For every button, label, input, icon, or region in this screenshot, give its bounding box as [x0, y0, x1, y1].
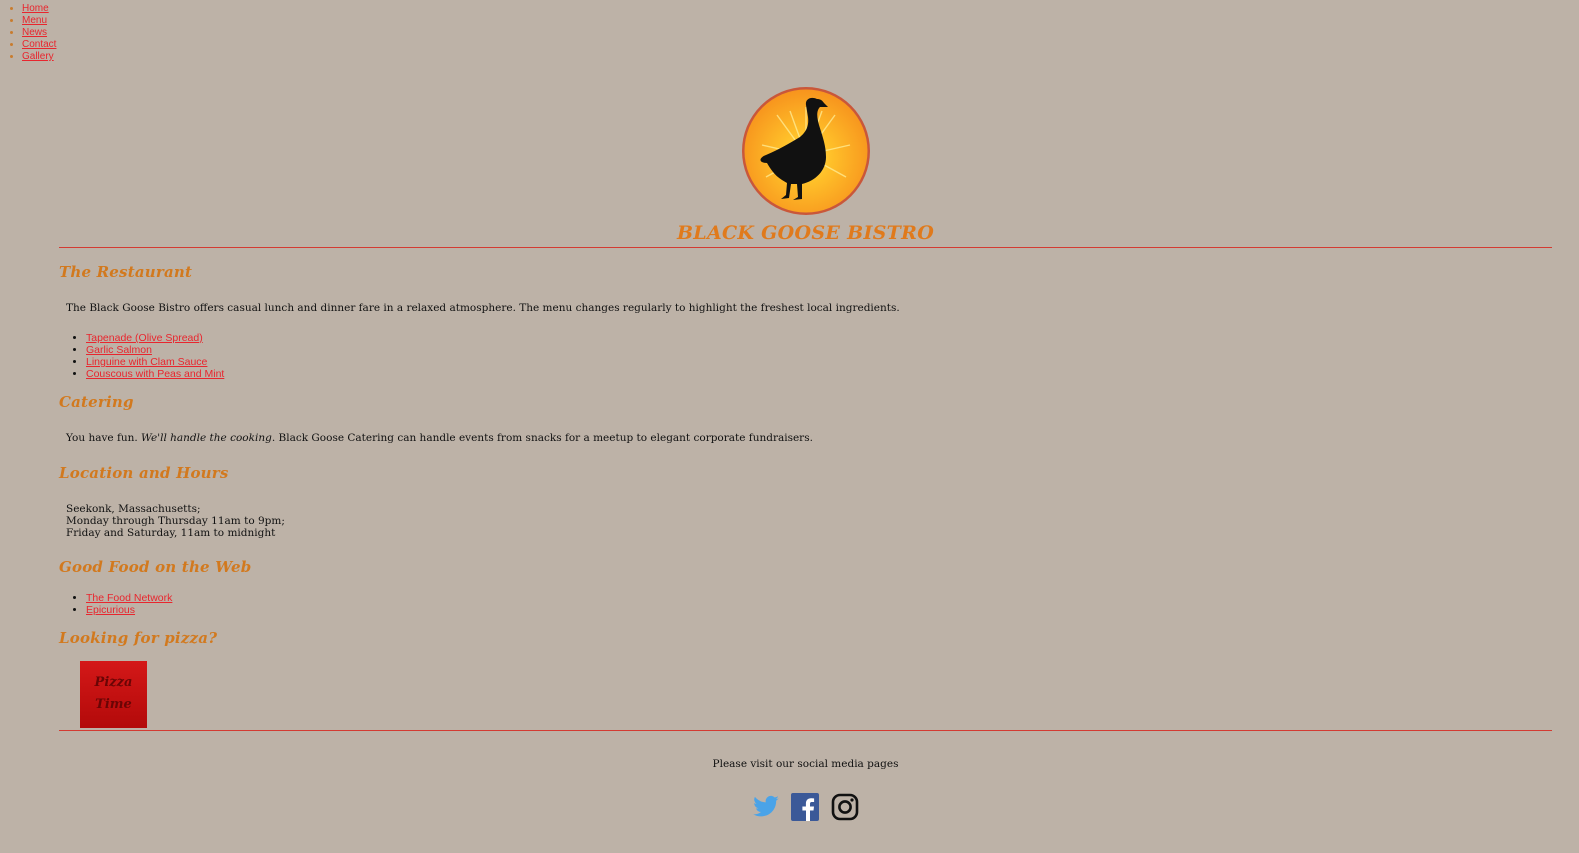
site-title: BLACK GOOSE BISTRO [676, 222, 935, 244]
menu-link-couscous[interactable]: Couscous with Peas and Mint [86, 368, 224, 380]
twitter-icon[interactable] [752, 793, 780, 821]
location-heading: Location and Hours [59, 464, 229, 482]
list-item: The Food Network [86, 592, 172, 604]
list-item: Tapenade (Olive Spread) [86, 332, 224, 344]
nav-link-news[interactable]: News [22, 27, 47, 38]
web-heading: Good Food on the Web [59, 558, 252, 576]
goose-logo-icon [742, 87, 870, 215]
footer-divider [59, 730, 1552, 731]
pizza-time-badge[interactable]: Pizza Time [80, 661, 147, 728]
pizza-badge-line2: Time [95, 697, 132, 712]
list-item: Couscous with Peas and Mint [86, 368, 224, 380]
catering-heading: Catering [59, 393, 134, 411]
facebook-icon[interactable] [791, 793, 819, 821]
nav-item-home: Home [22, 3, 56, 15]
nav-link-gallery[interactable]: Gallery [22, 51, 54, 62]
nav-item-menu: Menu [22, 15, 56, 27]
list-item: Linguine with Clam Sauce [86, 356, 224, 368]
nav-item-gallery: Gallery [22, 51, 56, 63]
link-food-network[interactable]: The Food Network [86, 592, 172, 604]
restaurant-heading: The Restaurant [59, 263, 193, 281]
web-link-list: The Food Network Epicurious [86, 592, 172, 616]
pizza-heading: Looking for pizza? [59, 629, 218, 647]
catering-text-end: . Black Goose Catering can handle events… [271, 432, 813, 444]
catering-text-start: You have fun. [66, 432, 142, 444]
list-item: Garlic Salmon [86, 344, 224, 356]
nav-link-menu[interactable]: Menu [22, 15, 47, 26]
menu-link-linguine[interactable]: Linguine with Clam Sauce [86, 356, 207, 368]
top-navigation: Home Menu News Contact Gallery [0, 3, 56, 63]
catering-text-emphasis: We'll handle the cooking [141, 432, 272, 444]
instagram-icon[interactable] [831, 793, 859, 821]
nav-link-home[interactable]: Home [22, 3, 49, 14]
menu-item-list: Tapenade (Olive Spread) Garlic Salmon Li… [86, 332, 224, 380]
location-hours: Seekonk, Massachusetts; Monday through T… [66, 503, 285, 539]
nav-item-news: News [22, 27, 56, 39]
social-media-text: Please visit our social media pages [712, 758, 899, 770]
location-line-city: Seekonk, Massachusetts; [66, 503, 201, 515]
pizza-badge-line1: Pizza [94, 675, 133, 690]
menu-link-tapenade[interactable]: Tapenade (Olive Spread) [86, 332, 203, 344]
hours-line-weekend: Friday and Saturday, 11am to midnight [66, 527, 276, 539]
nav-link-contact[interactable]: Contact [22, 39, 56, 50]
list-item: Epicurious [86, 604, 172, 616]
nav-item-contact: Contact [22, 39, 56, 51]
link-epicurious[interactable]: Epicurious [86, 604, 135, 616]
catering-description: You have fun. We'll handle the cooking. … [66, 432, 813, 444]
header-divider [59, 247, 1552, 248]
hours-line-weekday: Monday through Thursday 11am to 9pm; [66, 515, 285, 527]
menu-link-garlic-salmon[interactable]: Garlic Salmon [86, 344, 152, 356]
restaurant-description: The Black Goose Bistro offers casual lun… [66, 302, 900, 314]
